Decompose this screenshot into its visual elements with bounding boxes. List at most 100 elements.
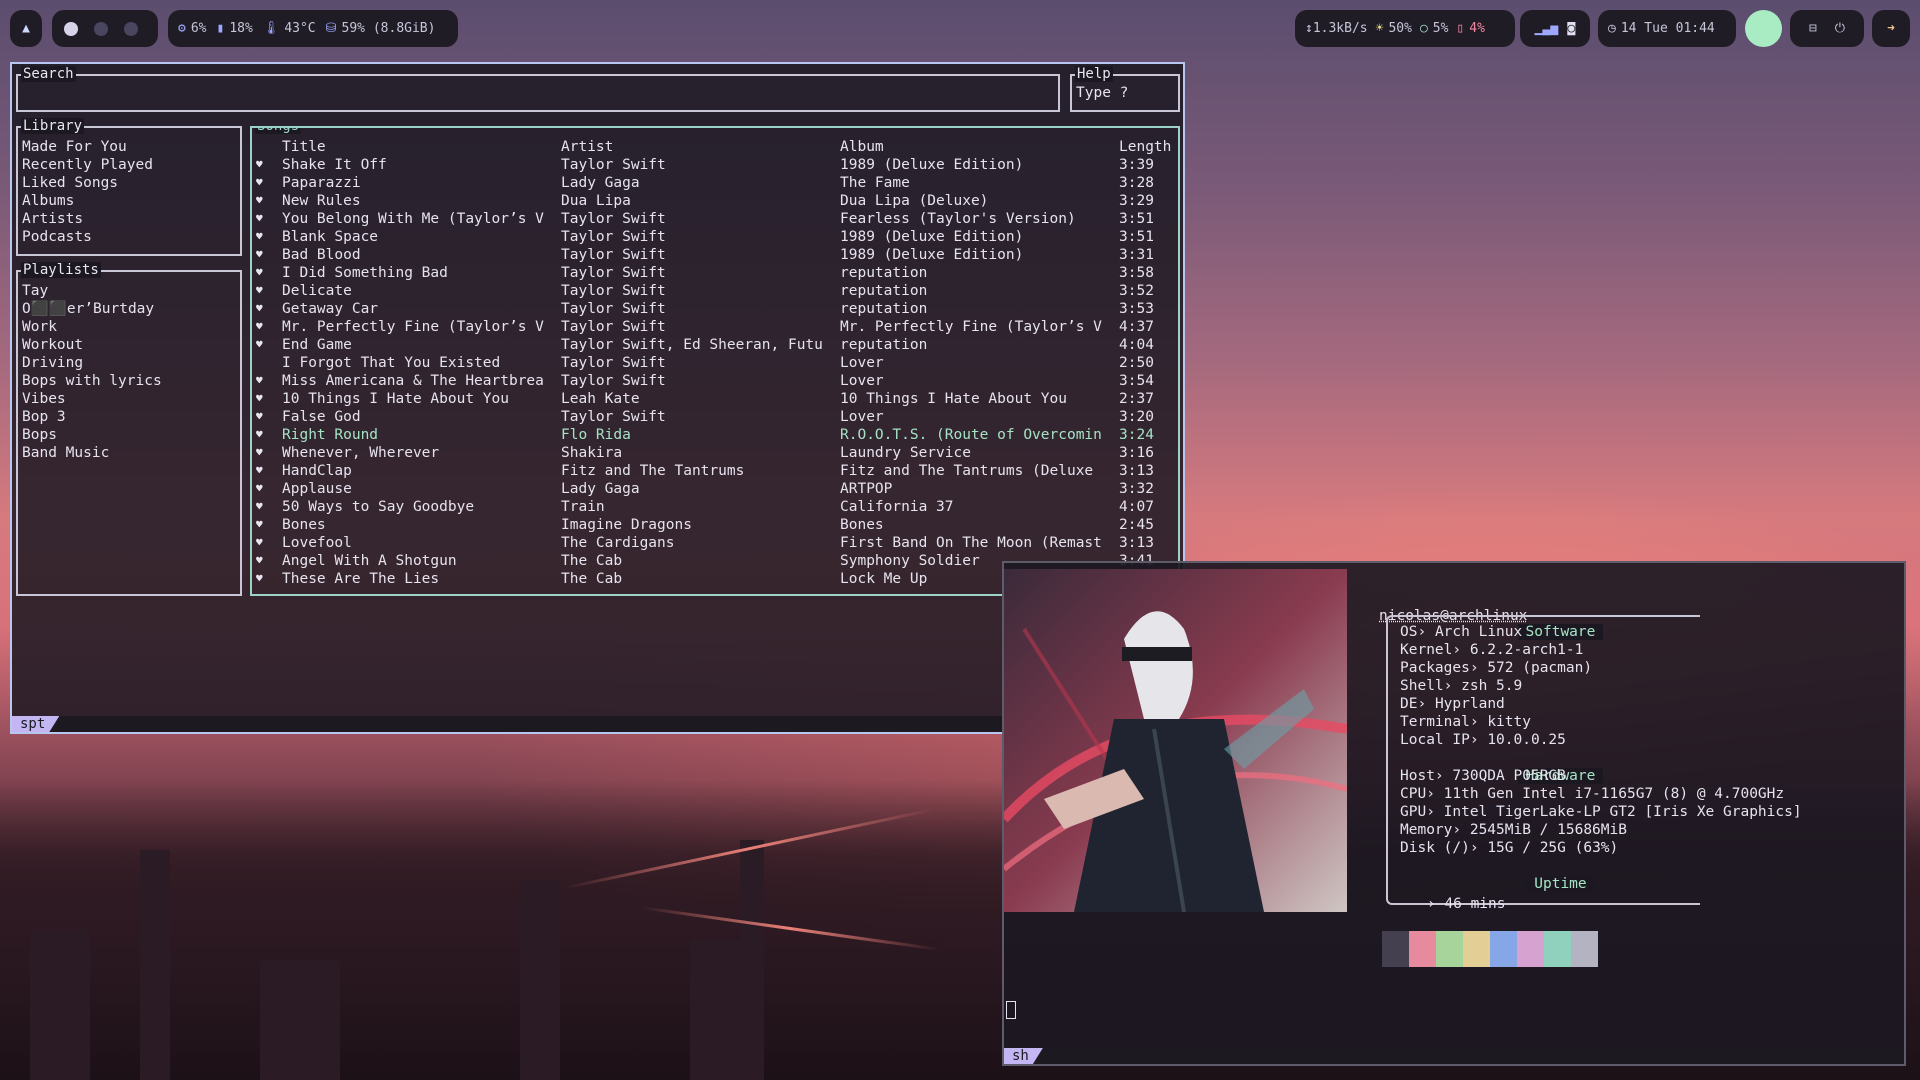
- song-row[interactable]: ♥ Blank Space Taylor Swift 1989 (Deluxe Edi…: [252, 228, 1178, 246]
- hardware-row-key: Host›: [1400, 768, 1444, 784]
- song-row[interactable]: ♥ I Did Something Bad Taylor Swift reputati…: [252, 264, 1178, 282]
- song-artist: The Cab: [561, 571, 623, 587]
- song-row[interactable]: ♥ Right Round Flo Rida R.O.O.T.S. (Route of…: [252, 426, 1178, 444]
- song-row[interactable]: ♥ False God Taylor Swift Lover 3:20: [252, 408, 1178, 426]
- song-row[interactable]: ♥ Getaway Car Taylor Swift reputation 3:53: [252, 300, 1178, 318]
- help-box[interactable]: Help Type ?: [1070, 66, 1180, 112]
- terminal-window[interactable]: nicolas@archlinux Software OS› Arch Linu…: [1002, 561, 1906, 1066]
- song-row[interactable]: ♥ Paparazzi Lady Gaga The Fame 3:28: [252, 174, 1178, 192]
- discord-icon[interactable]: ◙: [1568, 21, 1576, 36]
- heart-icon[interactable]: ♥: [256, 390, 263, 408]
- song-row[interactable]: ♥ You Belong With Me (Taylor’s V Taylor Sw…: [252, 210, 1178, 228]
- song-length: 3:16: [1119, 445, 1154, 461]
- heart-icon[interactable]: ♥: [256, 372, 263, 390]
- launcher-button[interactable]: ▲: [10, 10, 42, 47]
- playlist-item[interactable]: O⬛⬛er’Burtday: [22, 300, 162, 318]
- playlist-item[interactable]: Driving: [22, 354, 162, 372]
- heart-icon[interactable]: ♥: [256, 534, 263, 552]
- heart-icon[interactable]: ♥: [256, 192, 263, 210]
- song-row[interactable]: ♥ Mr. Perfectly Fine (Taylor’s V Taylor Sw…: [252, 318, 1178, 336]
- logout-button[interactable]: ➜: [1872, 10, 1910, 47]
- workspace-2[interactable]: [94, 21, 108, 36]
- workspace-3[interactable]: [124, 21, 138, 36]
- avatar[interactable]: [1745, 10, 1782, 47]
- playlist-item[interactable]: Workout: [22, 336, 162, 354]
- song-row[interactable]: I Forgot That You Existed Taylor Swift Lov…: [252, 354, 1178, 372]
- song-row[interactable]: ♥ Whenever, Wherever Shakira Laundry Servic…: [252, 444, 1178, 462]
- song-row[interactable]: ♥ Bones Imagine Dragons Bones 2:45: [252, 516, 1178, 534]
- song-row[interactable]: ♥ 50 Ways to Say Goodbye Train California 3…: [252, 498, 1178, 516]
- tray[interactable]: ▁▃▅ ◙: [1520, 10, 1590, 47]
- search-box[interactable]: Search: [16, 66, 1060, 112]
- song-length: 3:51: [1119, 211, 1154, 227]
- heart-icon[interactable]: ♥: [256, 282, 263, 300]
- song-artist: Fitz and The Tantrums: [561, 463, 745, 479]
- column-length[interactable]: Length: [1119, 138, 1171, 156]
- song-artist: Lady Gaga: [561, 175, 640, 191]
- memory-usage: 18%: [229, 21, 253, 36]
- heart-icon[interactable]: ♥: [256, 156, 263, 174]
- column-album[interactable]: Album: [840, 138, 884, 156]
- playlists-box[interactable]: Playlists Tay O⬛⬛er’Burtday Work Workout Dri…: [16, 262, 242, 596]
- wifi-icon[interactable]: ▁▃▅: [1535, 21, 1558, 36]
- song-row[interactable]: ♥ Applause Lady Gaga ARTPOP 3:32: [252, 480, 1178, 498]
- library-box[interactable]: Library Made For You Recently Played Liked…: [16, 118, 242, 256]
- clock-icon: ◷: [1608, 21, 1616, 36]
- library-item[interactable]: Artists: [22, 210, 153, 228]
- song-row[interactable]: ♥ 10 Things I Hate About You Leah Kate 10 T…: [252, 390, 1178, 408]
- arch-icon: ▲: [22, 21, 30, 36]
- library-item[interactable]: Liked Songs: [22, 174, 153, 192]
- lock-icon[interactable]: ⊟: [1809, 21, 1817, 36]
- playlist-item[interactable]: Work: [22, 318, 162, 336]
- power-group[interactable]: ⊟ ⏻: [1790, 10, 1864, 47]
- search-input[interactable]: [22, 84, 1052, 102]
- playlist-item[interactable]: Vibes: [22, 390, 162, 408]
- heart-icon[interactable]: ♥: [256, 228, 263, 246]
- heart-icon[interactable]: ♥: [256, 444, 263, 462]
- library-item[interactable]: Made For You: [22, 138, 153, 156]
- song-row[interactable]: ♥ Shake It Off Taylor Swift 1989 (Deluxe Ed…: [252, 156, 1178, 174]
- heart-icon[interactable]: ♥: [256, 318, 263, 336]
- song-row[interactable]: ♥ End Game Taylor Swift, Ed Sheeran, Futu r…: [252, 336, 1178, 354]
- song-row[interactable]: ♥ Delicate Taylor Swift reputation 3:52: [252, 282, 1178, 300]
- playlist-item[interactable]: Tay: [22, 282, 162, 300]
- library-item[interactable]: Podcasts: [22, 228, 153, 246]
- playlist-item[interactable]: Band Music: [22, 444, 162, 462]
- heart-icon[interactable]: ♥: [256, 264, 263, 282]
- heart-icon[interactable]: ♥: [256, 174, 263, 192]
- heart-icon[interactable]: ♥: [256, 516, 263, 534]
- song-title: End Game: [282, 337, 352, 353]
- playlist-item[interactable]: Bops: [22, 426, 162, 444]
- heart-icon[interactable]: ♥: [256, 570, 263, 588]
- software-row-key: Local IP›: [1400, 732, 1479, 748]
- column-artist[interactable]: Artist: [561, 138, 613, 156]
- heart-icon[interactable]: ♥: [256, 300, 263, 318]
- heart-icon[interactable]: ♥: [256, 336, 263, 354]
- disk-usage: 59% (8.8GiB): [341, 21, 436, 36]
- song-row[interactable]: ♥ HandClap Fitz and The Tantrums Fitz and T…: [252, 462, 1178, 480]
- heart-icon[interactable]: ♥: [256, 426, 263, 444]
- heart-icon[interactable]: ♥: [256, 462, 263, 480]
- clock[interactable]: ◷ 14 Tue 01:44: [1598, 10, 1736, 47]
- heart-icon[interactable]: ♥: [256, 552, 263, 570]
- song-title: Shake It Off: [282, 157, 387, 173]
- song-row[interactable]: ♥ Lovefool The Cardigans First Band On The …: [252, 534, 1178, 552]
- songs-box[interactable]: Songs Title Artist Album Length ♥ Shake I…: [250, 126, 1180, 596]
- power-icon[interactable]: ⏻: [1835, 21, 1845, 36]
- workspaces[interactable]: [52, 10, 158, 47]
- heart-icon[interactable]: ♥: [256, 498, 263, 516]
- library-item[interactable]: Albums: [22, 192, 153, 210]
- playlist-item[interactable]: Bop 3: [22, 408, 162, 426]
- song-row[interactable]: ♥ Bad Blood Taylor Swift 1989 (Deluxe Editi…: [252, 246, 1178, 264]
- library-item[interactable]: Recently Played: [22, 156, 153, 174]
- column-title[interactable]: Title: [282, 138, 326, 156]
- playlist-item[interactable]: Bops with lyrics: [22, 372, 162, 390]
- heart-icon[interactable]: ♥: [256, 408, 263, 426]
- song-row[interactable]: ♥ New Rules Dua Lipa Dua Lipa (Deluxe) 3:29: [252, 192, 1178, 210]
- heart-icon[interactable]: ♥: [256, 210, 263, 228]
- song-row[interactable]: ♥ Miss Americana & The Heartbrea Taylor Sw…: [252, 372, 1178, 390]
- heart-icon[interactable]: ♥: [256, 480, 263, 498]
- heart-icon[interactable]: ♥: [256, 246, 263, 264]
- workspace-1[interactable]: [64, 21, 78, 36]
- song-album: Fearless (Taylor's Version): [840, 211, 1076, 227]
